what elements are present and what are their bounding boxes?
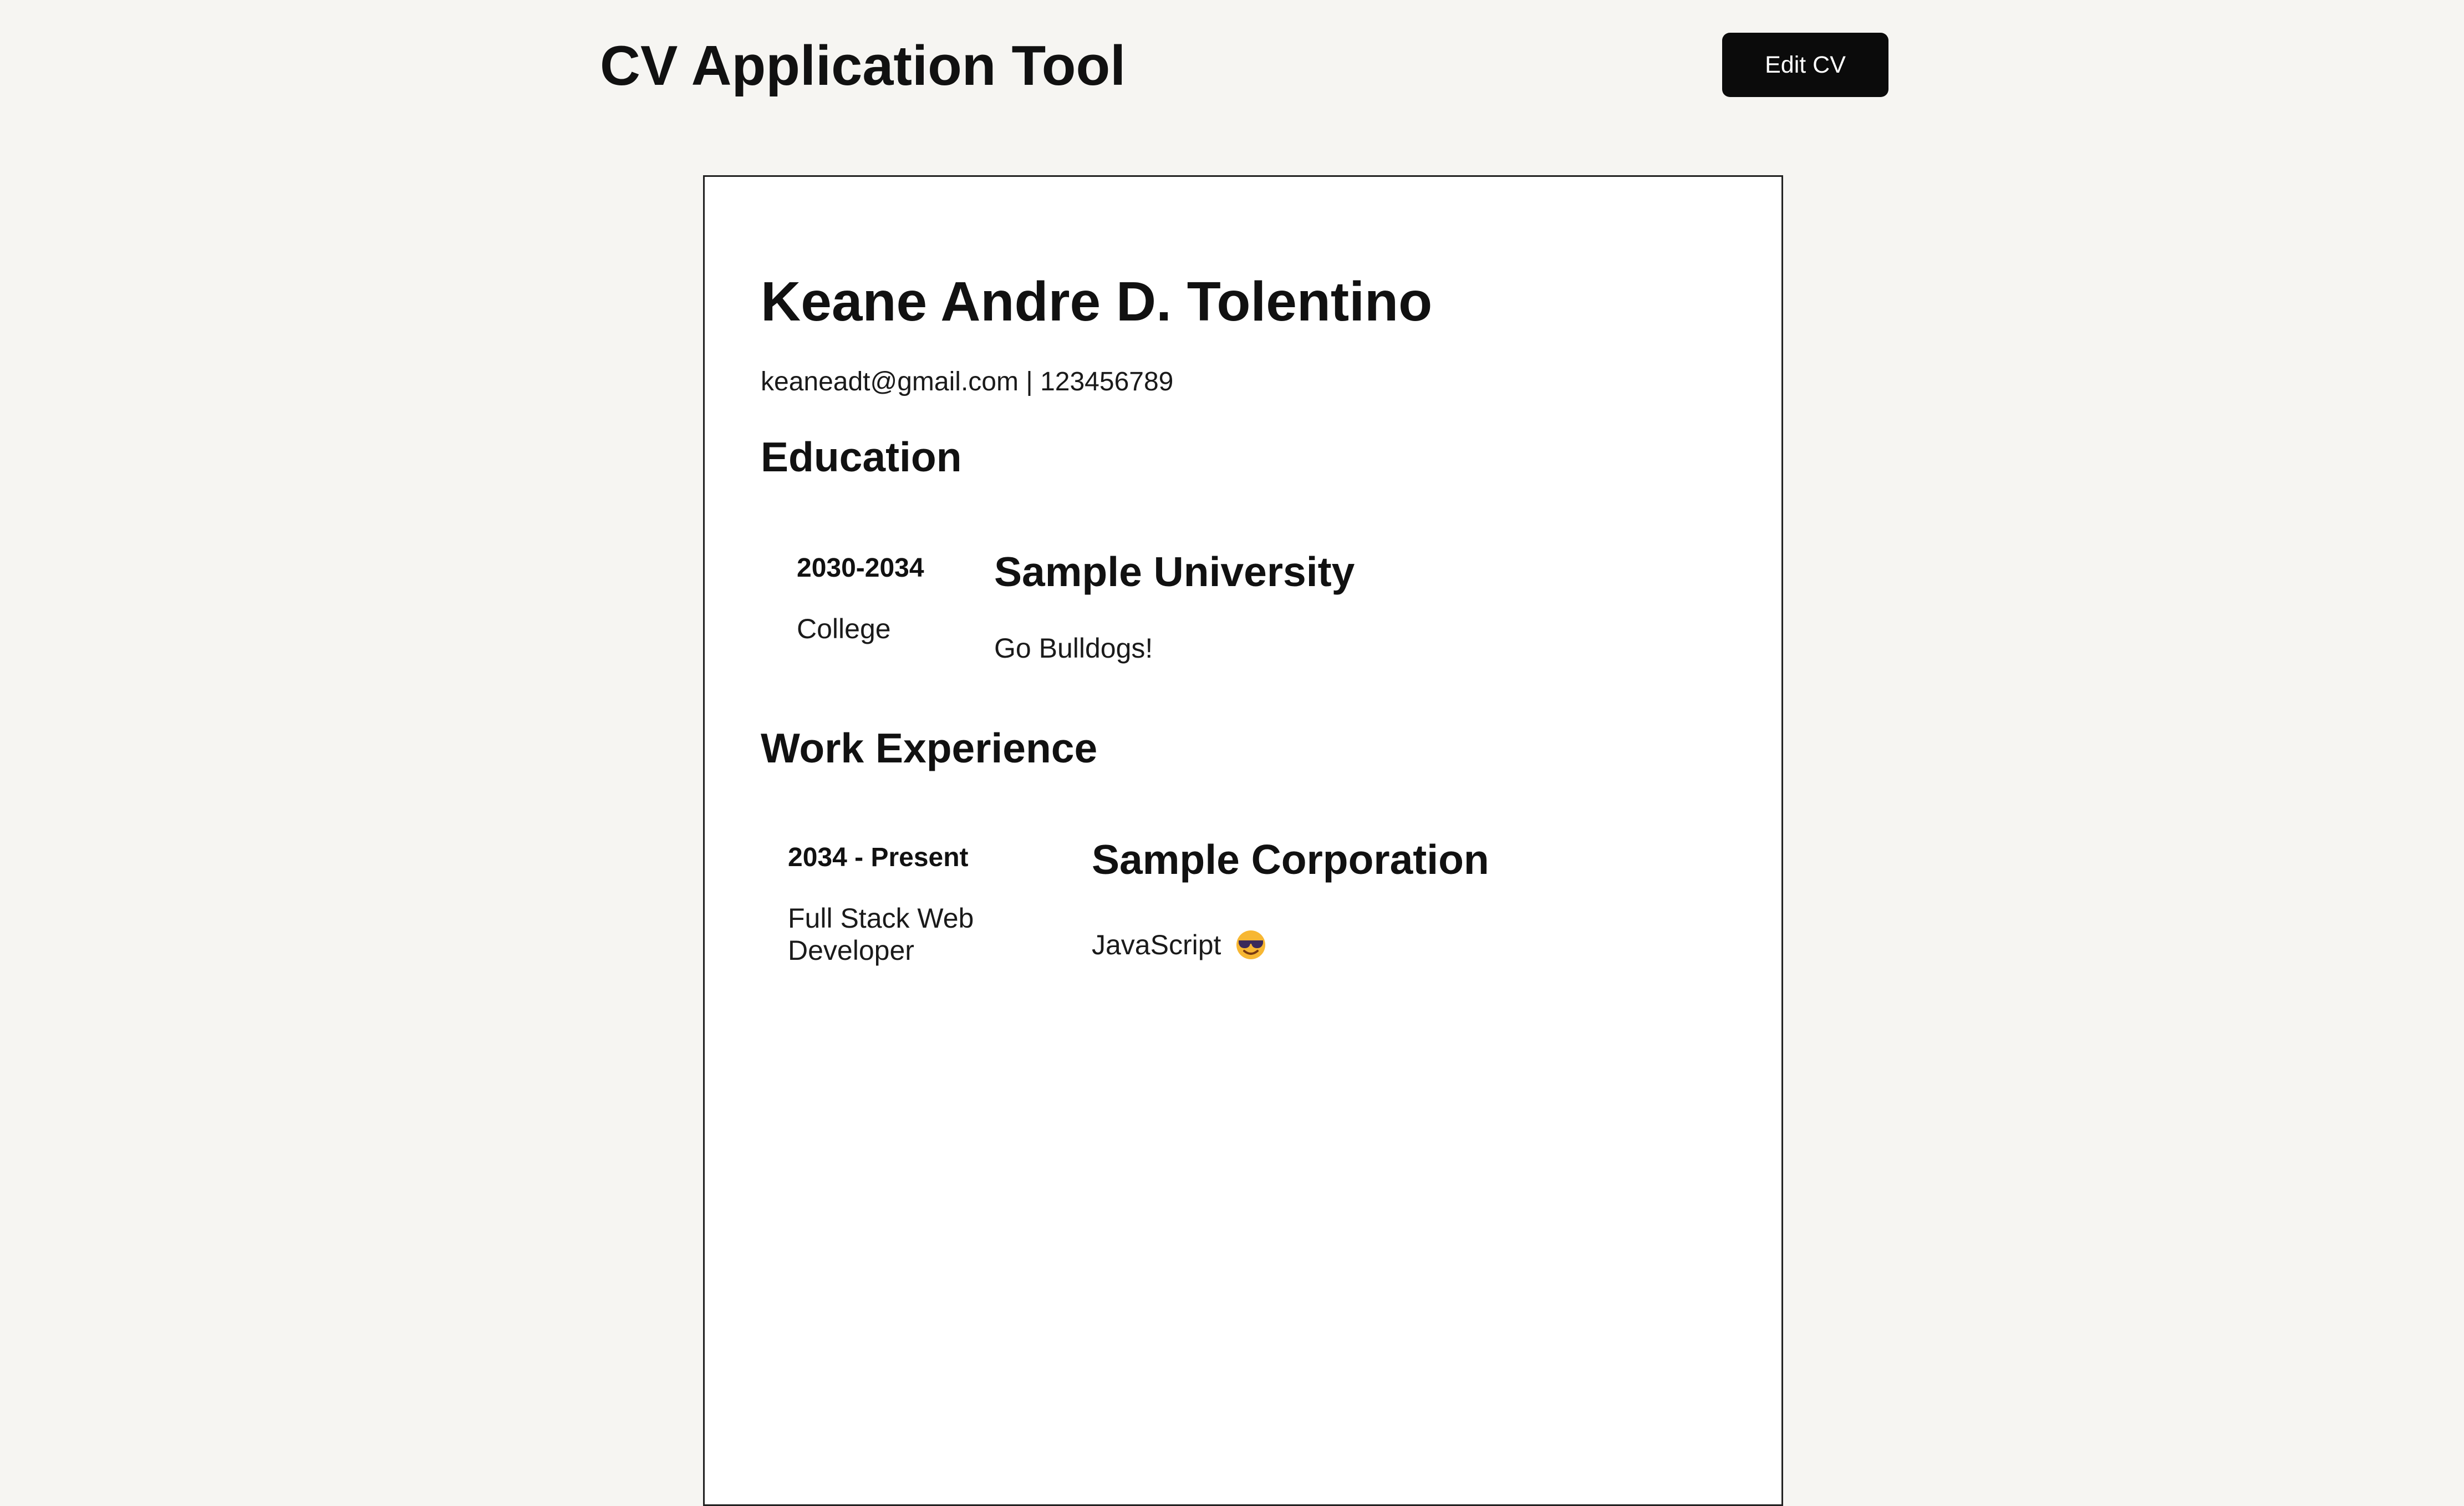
cv-contact: keaneadt@gmail.com | 123456789	[761, 367, 1174, 396]
edit-cv-button[interactable]: Edit CV	[1722, 33, 1888, 97]
education-level: College	[797, 613, 891, 644]
cv-preview: Keane Andre D. Tolentino keaneadt@gmail.…	[703, 175, 1783, 1506]
work-description-text: JavaScript	[1092, 929, 1221, 960]
education-dates: 2030-2034	[797, 553, 924, 583]
work-dates: 2034 - Present	[788, 843, 969, 872]
work-role: Full Stack Web Developer	[788, 903, 974, 966]
cv-name: Keane Andre D. Tolentino	[761, 271, 1433, 333]
app-header: CV Application Tool Edit CV	[0, 0, 2464, 133]
education-school: Sample University	[994, 548, 1355, 595]
app-title: CV Application Tool	[600, 35, 1126, 97]
work-description: JavaScript	[1092, 928, 1266, 963]
smiling-face-with-sunglasses-icon	[1236, 930, 1266, 959]
work-section-title: Work Experience	[761, 725, 1098, 771]
education-section-title: Education	[761, 434, 962, 480]
work-company: Sample Corporation	[1092, 836, 1489, 883]
education-description: Go Bulldogs!	[994, 633, 1153, 664]
